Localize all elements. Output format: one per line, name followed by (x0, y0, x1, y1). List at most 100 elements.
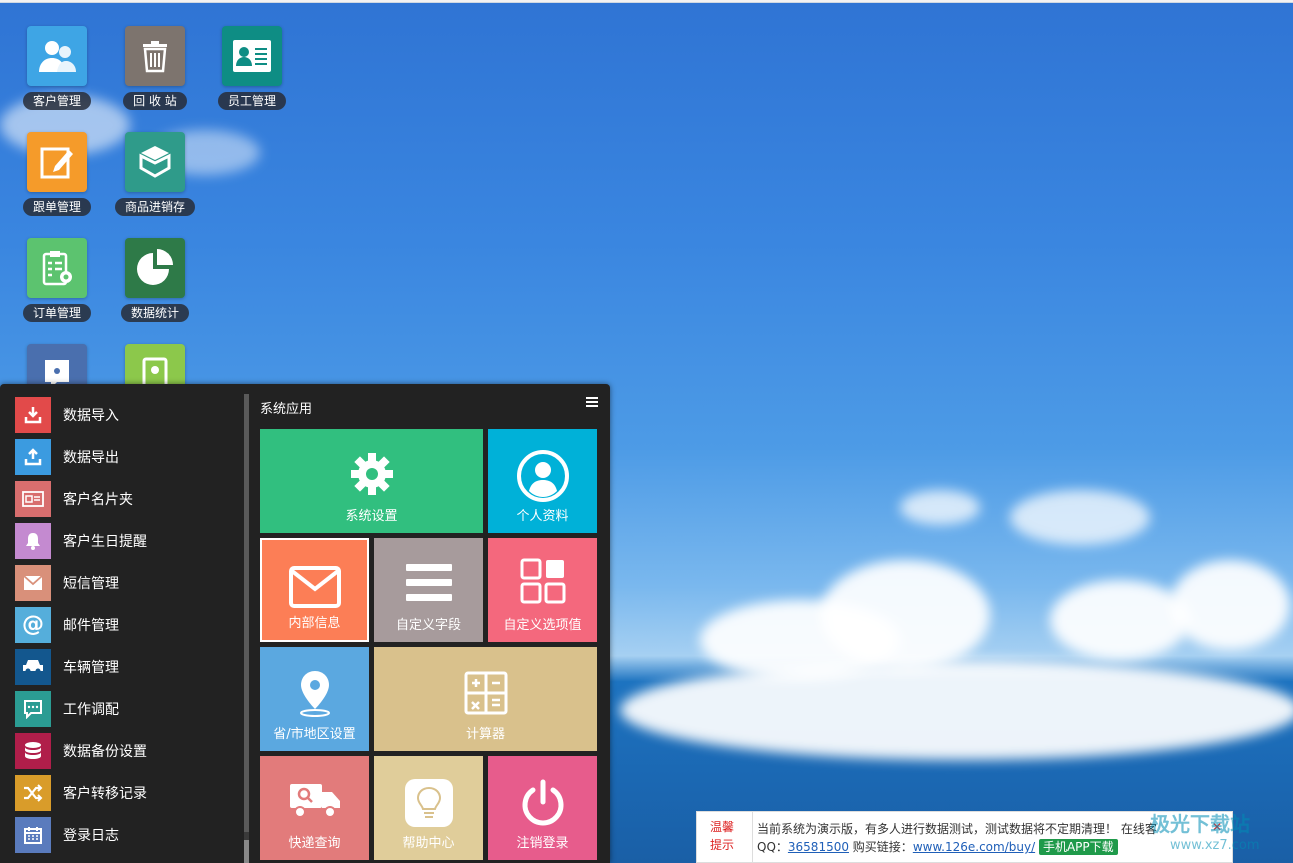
customers-icon (27, 26, 87, 86)
menu-item-label: 数据备份设置 (63, 744, 147, 760)
buy-label: 购买链接： (848, 840, 913, 854)
buy-link[interactable]: www.126e.com/buy/ (913, 840, 1035, 854)
menu-item-backup-settings[interactable]: 数据备份设置 (0, 730, 243, 772)
desktop-icon-customers[interactable]: 客户管理 (12, 26, 102, 110)
notice-contact-line: QQ：36581500 购买链接：www.126e.com/buy/ 手机APP… (757, 838, 1118, 855)
tile-region-settings[interactable]: 省/市地区设置 (260, 647, 369, 751)
tile-calculator[interactable]: 计算器 (374, 647, 597, 751)
shuffle-icon (15, 775, 51, 811)
menu-item-label: 车辆管理 (63, 660, 119, 676)
desktop-icon-label: 商品进销存 (114, 198, 195, 216)
calculator-icon (374, 671, 597, 715)
desktop-icon-label: 回 收 站 (123, 92, 187, 110)
menu-item-login-log[interactable]: 登录日志 (0, 814, 243, 856)
notice-tag: 温馨 提示 (697, 812, 753, 862)
car-icon (15, 649, 51, 685)
edit-icon (27, 132, 87, 192)
box-icon (125, 132, 185, 192)
menu-item-label: 短信管理 (63, 576, 119, 592)
window-top-border (0, 0, 1293, 3)
desktop-icon-inventory[interactable]: 商品进销存 (110, 132, 200, 216)
menu-item-label: 客户转移记录 (63, 786, 147, 802)
desktop-icon-label: 跟单管理 (22, 198, 91, 216)
menu-item-birthday-reminder[interactable]: 客户生日提醒 (0, 520, 243, 562)
menu-item-data-export[interactable]: 数据导出 (0, 436, 243, 478)
trash-icon (125, 26, 185, 86)
at-icon: @ (15, 607, 51, 643)
menu-item-data-import[interactable]: 数据导入 (0, 394, 243, 436)
clipboard-settings-icon (27, 238, 87, 298)
watermark-logo: 极光下载站 (1150, 812, 1250, 836)
scrollbar-thumb[interactable] (244, 840, 249, 863)
bulb-icon (374, 778, 483, 828)
tile-custom-fields[interactable]: 自定义字段 (374, 538, 483, 642)
menu-item-sms[interactable]: 短信管理 (0, 562, 243, 604)
desktop-icon-label: 员工管理 (217, 92, 286, 110)
menu-item-business-cards[interactable]: 客户名片夹 (0, 478, 243, 520)
tile-express-tracking[interactable]: 快递查询 (260, 756, 369, 860)
tile-label: 省/市地区设置 (273, 727, 356, 742)
user-circle-icon (488, 449, 597, 503)
menu-item-vehicles[interactable]: 车辆管理 (0, 646, 243, 688)
pie-chart-icon (125, 238, 185, 298)
tile-logout[interactable]: 注销登录 (488, 756, 597, 860)
menu-item-work-assignment[interactable]: 工作调配 (0, 688, 243, 730)
list-icon (374, 564, 483, 602)
tile-system-settings[interactable]: 系统设置 (260, 429, 483, 533)
desktop-icon-trash[interactable]: 回 收 站 (110, 26, 200, 110)
tile-help-center[interactable]: 帮助中心 (374, 756, 483, 860)
tile-label: 内部信息 (288, 616, 341, 631)
desktop-icon-followup[interactable]: 跟单管理 (12, 132, 102, 216)
notice-tag-line1: 温馨 (710, 820, 735, 834)
menu-item-label: 登录日志 (63, 828, 119, 844)
desktop-icon-staff[interactable]: 员工管理 (207, 26, 297, 110)
notice-message: 当前系统为演示版，有多人进行数据测试，测试数据将不定期清理！ 在线客 (757, 822, 1157, 836)
start-menu-list: 数据导入 数据导出 客户名片夹 客户生日提醒 短信管理 @ 邮件管理 车辆管理 (0, 394, 243, 856)
business-card-icon (15, 481, 51, 517)
download-icon (15, 397, 51, 433)
qq-label: QQ： (757, 840, 788, 854)
menu-item-label: 工作调配 (63, 702, 119, 718)
tile-label: 帮助中心 (402, 836, 455, 851)
menu-scrollbar[interactable] (244, 394, 249, 863)
database-icon (15, 733, 51, 769)
truck-icon (260, 780, 369, 820)
notice-tag-line2: 提示 (710, 838, 735, 852)
message-icon (15, 691, 51, 727)
desktop-icon-label: 客户管理 (22, 92, 91, 110)
id-card-icon (222, 26, 282, 86)
tile-custom-options[interactable]: 自定义选项值 (488, 538, 597, 642)
desktop-icon-orders[interactable]: 订单管理 (12, 238, 102, 322)
menu-item-label: 客户名片夹 (63, 492, 133, 508)
menu-item-transfer-records[interactable]: 客户转移记录 (0, 772, 243, 814)
calendar-icon (15, 817, 51, 853)
menu-item-label: 数据导入 (63, 408, 119, 424)
tile-profile[interactable]: 个人资料 (488, 429, 597, 533)
tile-label: 系统设置 (345, 509, 398, 524)
upload-icon (15, 439, 51, 475)
menu-item-label: 邮件管理 (63, 618, 119, 634)
qq-link[interactable]: 36581500 (788, 840, 849, 854)
power-icon (488, 778, 597, 826)
tile-label: 注销登录 (516, 836, 569, 851)
tile-label: 快递查询 (288, 836, 341, 851)
envelope-icon (262, 566, 367, 608)
menu-item-label: 客户生日提醒 (63, 534, 147, 550)
scrollbar-track (244, 394, 249, 832)
hamburger-menu-icon[interactable] (586, 397, 598, 407)
bell-icon (15, 523, 51, 559)
tile-label: 自定义选项值 (503, 618, 582, 633)
desktop-icon-label: 订单管理 (22, 304, 91, 322)
menu-item-email[interactable]: @ 邮件管理 (0, 604, 243, 646)
tile-label: 自定义字段 (395, 618, 461, 633)
app-download-button[interactable]: 手机APP下载 (1038, 839, 1118, 855)
tile-internal-messages[interactable]: 内部信息 (260, 538, 369, 642)
desktop-icon-label: 数据统计 (120, 304, 189, 322)
tile-label: 个人资料 (516, 509, 569, 524)
menu-item-label: 数据导出 (63, 450, 119, 466)
mail-icon (15, 565, 51, 601)
map-pin-icon (260, 669, 369, 717)
watermark-url: www.xz7.com (1170, 838, 1260, 853)
desktop-icon-statistics[interactable]: 数据统计 (110, 238, 200, 322)
tile-label: 计算器 (465, 727, 505, 742)
